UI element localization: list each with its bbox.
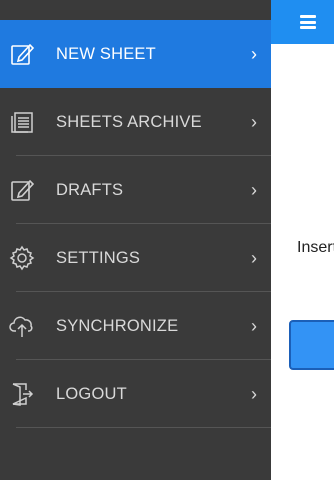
gear-icon — [9, 245, 35, 271]
menu-item-label: NEW SHEET — [56, 44, 156, 63]
menu-item-new-sheet[interactable]: NEW SHEET › — [0, 20, 271, 88]
menu-item-label: SYNCHRONIZE — [56, 316, 179, 335]
main-header — [271, 0, 334, 44]
drafts-edit-icon — [9, 177, 35, 203]
main-content: Insert — [271, 0, 334, 480]
chevron-right-icon: › — [251, 384, 257, 404]
hamburger-menu-icon[interactable] — [300, 15, 316, 29]
menu-item-logout[interactable]: LOGOUT › — [0, 360, 271, 428]
side-menu: NEW SHEET › SHEETS ARCHIVE › DRAFTS › SE… — [0, 0, 271, 480]
chevron-right-icon: › — [251, 248, 257, 268]
menu-item-settings[interactable]: SETTINGS › — [0, 224, 271, 292]
menu-item-drafts[interactable]: DRAFTS › — [0, 156, 271, 224]
status-bar — [0, 0, 271, 20]
menu-item-sheets-archive[interactable]: SHEETS ARCHIVE › — [0, 88, 271, 156]
edit-sheet-icon — [9, 41, 35, 67]
divider — [16, 427, 271, 428]
menu-item-label: DRAFTS — [56, 180, 124, 199]
menu-item-synchronize[interactable]: SYNCHRONIZE › — [0, 292, 271, 360]
body-text: Insert — [297, 239, 334, 256]
primary-button[interactable] — [289, 320, 334, 370]
menu-item-label: SHEETS ARCHIVE — [56, 112, 202, 131]
cloud-sync-icon — [9, 313, 35, 339]
menu-item-label: SETTINGS — [56, 248, 141, 267]
archive-list-icon — [9, 109, 35, 135]
chevron-right-icon: › — [251, 44, 257, 64]
menu-list: NEW SHEET › SHEETS ARCHIVE › DRAFTS › SE… — [0, 20, 271, 428]
logout-door-icon — [9, 381, 35, 407]
chevron-right-icon: › — [251, 112, 257, 132]
menu-item-label: LOGOUT — [56, 384, 127, 403]
chevron-right-icon: › — [251, 180, 257, 200]
chevron-right-icon: › — [251, 316, 257, 336]
